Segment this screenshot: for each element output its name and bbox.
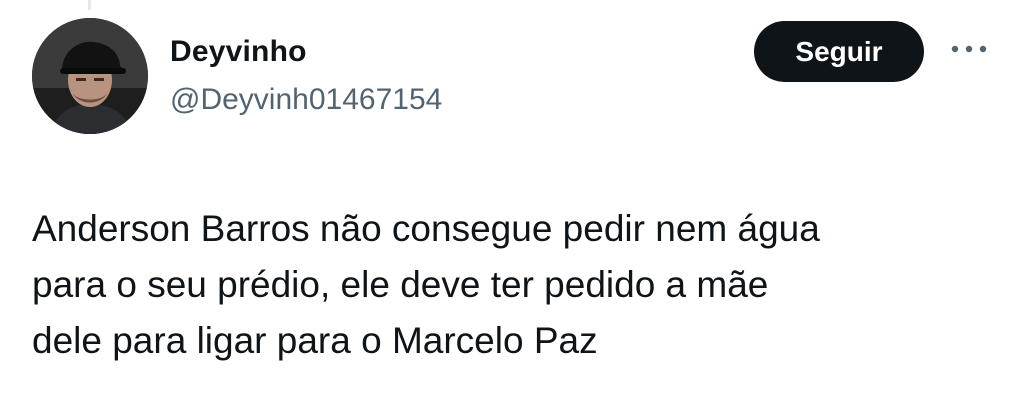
avatar-photo [32,18,148,134]
tweet-text: Anderson Barros não consegue pedir nem á… [32,208,820,361]
author-handle[interactable]: @Deyvinh01467154 [170,82,442,118]
more-horizontal-icon[interactable] [944,34,994,64]
thread-connector-line [88,0,91,10]
author-display-name[interactable]: Deyvinho [170,34,307,70]
avatar[interactable] [32,18,148,134]
more-dots [951,45,987,53]
follow-button[interactable]: Seguir [754,21,924,82]
